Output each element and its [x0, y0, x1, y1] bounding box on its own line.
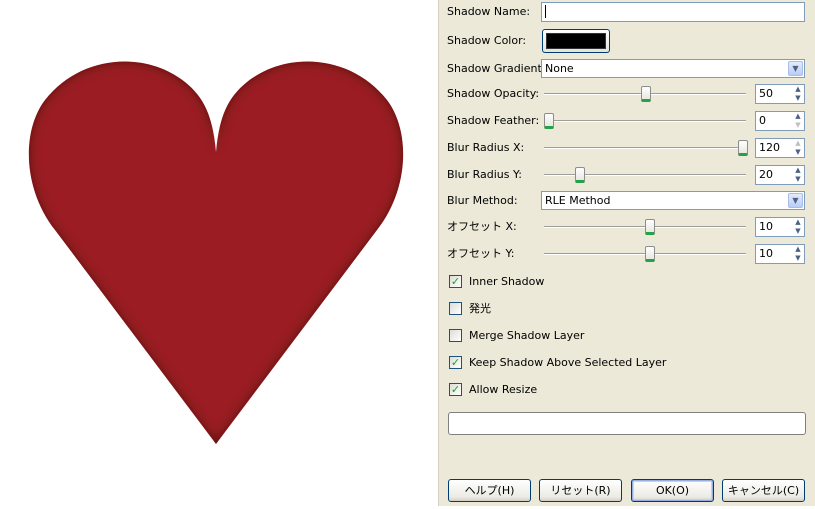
spin-up-icon[interactable]: ▲ [792, 112, 804, 121]
blur-radius-y-label: Blur Radius Y: [447, 168, 522, 181]
offset-y-slider[interactable] [544, 243, 746, 265]
blur-method-value: RLE Method [545, 194, 611, 207]
offset-y-value: 10 [759, 247, 773, 260]
offset-y-row: オフセット Y: 10 ▲ ▼ [447, 243, 807, 265]
spin-up-icon[interactable]: ▲ [792, 166, 804, 175]
spin-up-icon[interactable]: ▲ [792, 218, 804, 227]
shadow-preview-canvas [0, 0, 438, 506]
blur-radius-y-value: 20 [759, 168, 773, 181]
checkmark-icon[interactable]: ✓ [449, 383, 462, 396]
blur-radius-y-row: Blur Radius Y: 20 ▲ ▼ [447, 164, 807, 186]
shadow-feather-value: 0 [759, 114, 766, 127]
shadow-gradient-select[interactable]: None ▼ [541, 59, 805, 78]
keep-shadow-above-label: Keep Shadow Above Selected Layer [469, 356, 667, 369]
blur-radius-x-value: 120 [759, 141, 780, 154]
offset-x-value: 10 [759, 220, 773, 233]
reset-button[interactable]: リセット(R) [539, 479, 622, 502]
chevron-down-icon[interactable]: ▼ [788, 193, 803, 208]
allow-resize-label: Allow Resize [469, 383, 538, 396]
shadow-opacity-row: Shadow Opacity: 50 ▲ ▼ [447, 83, 807, 105]
blur-radius-y-slider[interactable] [544, 164, 746, 186]
spin-down-icon[interactable]: ▼ [792, 121, 804, 130]
spin-up-icon[interactable]: ▲ [792, 245, 804, 254]
slider-thumb[interactable] [544, 113, 554, 129]
chevron-down-icon[interactable]: ▼ [788, 61, 803, 76]
shadow-feather-slider[interactable] [544, 110, 746, 132]
shadow-name-row: Shadow Name: [447, 1, 807, 23]
help-button[interactable]: ヘルプ(H) [448, 479, 531, 502]
slider-thumb[interactable] [641, 86, 651, 102]
spin-down-icon[interactable]: ▼ [792, 94, 804, 103]
slider-thumb[interactable] [645, 246, 655, 262]
offset-x-slider[interactable] [544, 216, 746, 238]
merge-shadow-layer-label: Merge Shadow Layer [469, 329, 585, 342]
shadow-gradient-value: None [545, 62, 574, 75]
offset-x-spinner[interactable]: 10 ▲ ▼ [755, 217, 805, 237]
shadow-opacity-slider[interactable] [544, 83, 746, 105]
blur-method-row: Blur Method: RLE Method ▼ [447, 190, 807, 212]
spin-down-icon[interactable]: ▼ [792, 254, 804, 263]
offset-x-row: オフセット X: 10 ▲ ▼ [447, 216, 807, 238]
blur-radius-y-spinner[interactable]: 20 ▲ ▼ [755, 165, 805, 185]
shadow-color-label: Shadow Color: [447, 34, 527, 47]
ok-button[interactable]: OK(O) [631, 479, 714, 502]
checkbox-empty-icon[interactable] [449, 302, 462, 315]
shadow-feather-row: Shadow Feather: 0 ▲ ▼ [447, 110, 807, 132]
shadow-opacity-value: 50 [759, 87, 773, 100]
offset-y-label: オフセット Y: [447, 247, 515, 260]
spin-up-icon[interactable]: ▲ [792, 85, 804, 94]
shadow-name-input[interactable] [541, 2, 805, 22]
slider-thumb[interactable] [575, 167, 585, 183]
shadow-name-label: Shadow Name: [447, 5, 531, 18]
checkmark-icon[interactable]: ✓ [449, 356, 462, 369]
shadow-opacity-spinner[interactable]: 50 ▲ ▼ [755, 84, 805, 104]
spin-up-icon[interactable]: ▲ [792, 139, 804, 148]
blur-method-select[interactable]: RLE Method ▼ [541, 191, 805, 210]
inner-shadow-label: Inner Shadow [469, 275, 545, 288]
slider-thumb[interactable] [738, 140, 748, 156]
blur-radius-x-label: Blur Radius X: [447, 141, 525, 154]
offset-y-spinner[interactable]: 10 ▲ ▼ [755, 244, 805, 264]
glow-label: 発光 [469, 302, 491, 315]
blur-method-label: Blur Method: [447, 194, 518, 207]
blur-radius-x-slider[interactable] [544, 137, 748, 159]
shadow-color-button[interactable] [542, 29, 610, 53]
shadow-color-swatch [546, 33, 606, 49]
drop-shadow-dialog: Shadow Name: Shadow Color: Shadow Gradie… [438, 0, 815, 506]
checkmark-icon[interactable]: ✓ [449, 275, 462, 288]
heart-shape-icon [28, 61, 404, 444]
offset-x-label: オフセット X: [447, 220, 517, 233]
slider-thumb[interactable] [645, 219, 655, 235]
shadow-feather-label: Shadow Feather: [447, 114, 540, 127]
shadow-gradient-label: Shadow Gradient: [447, 62, 546, 75]
spin-down-icon[interactable]: ▼ [792, 227, 804, 236]
shadow-feather-spinner[interactable]: 0 ▲ ▼ [755, 111, 805, 131]
shadow-opacity-label: Shadow Opacity: [447, 87, 540, 100]
spin-down-icon[interactable]: ▼ [792, 148, 804, 157]
spin-down-icon[interactable]: ▼ [792, 175, 804, 184]
blur-radius-x-spinner[interactable]: 120 ▲ ▼ [755, 138, 805, 158]
shadow-gradient-row: Shadow Gradient: None ▼ [447, 58, 807, 80]
blur-radius-x-row: Blur Radius X: 120 ▲ ▼ [447, 137, 807, 159]
shadow-color-row: Shadow Color: [447, 29, 807, 53]
status-field [448, 412, 806, 435]
cancel-button[interactable]: キャンセル(C) [722, 479, 805, 502]
checkbox-empty-icon[interactable] [449, 329, 462, 342]
